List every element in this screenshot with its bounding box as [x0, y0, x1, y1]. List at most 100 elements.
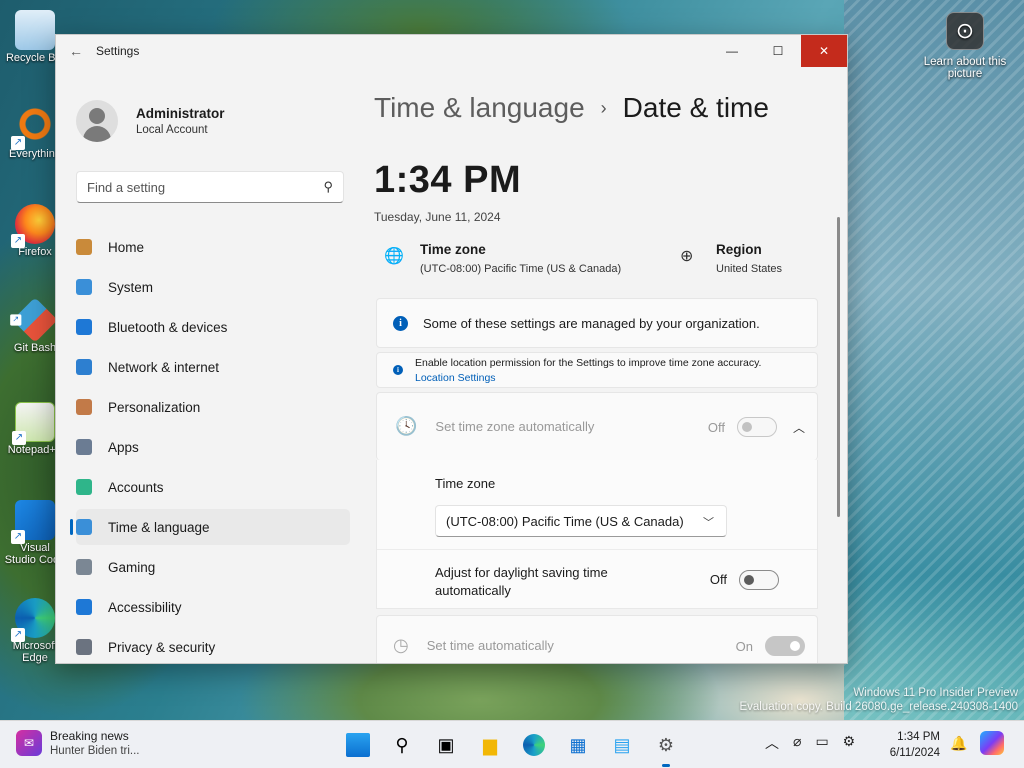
dst-row[interactable]: Adjust for daylight saving time automati…	[377, 550, 817, 608]
info-icon: i	[393, 315, 408, 331]
clock-globe-icon: 🌐	[384, 248, 404, 265]
window-controls: — ☐ ✕	[709, 35, 847, 67]
set-time-auto-label: Set time automatically	[426, 637, 554, 653]
chevron-up-icon[interactable]: ︿	[765, 733, 779, 753]
sidebar-item-gaming[interactable]: Gaming	[76, 549, 350, 585]
set-time-auto-control: On	[736, 636, 805, 656]
timezone-select-row: Time zone (UTC-08:00) Pacific Time (US &…	[377, 460, 817, 550]
scrollbar[interactable]	[837, 217, 840, 517]
sidebar-item-label: Personalization	[108, 399, 201, 415]
globe-icon: ⊕	[680, 248, 694, 265]
sidebar-item-home[interactable]: Home	[76, 229, 350, 265]
watermark-line: Windows 11 Pro Insider Preview	[853, 687, 1018, 699]
copilot-icon[interactable]	[980, 731, 1004, 755]
display-icon[interactable]: ▭	[815, 733, 828, 753]
task-view-icon[interactable]: ▣	[430, 729, 462, 761]
learn-about-picture-label: Learn about this picture	[923, 56, 1007, 80]
news-widget[interactable]: ✉ Breaking news Hunter Biden tri...	[16, 729, 139, 757]
close-button[interactable]: ✕	[801, 35, 847, 67]
sidebar-item-system[interactable]: System	[76, 269, 350, 305]
dst-control: Off	[710, 570, 779, 590]
region-label: Region	[716, 242, 762, 257]
edge-icon: ↗	[11, 598, 55, 642]
sidebar-item-accessibility[interactable]: Accessibility	[76, 589, 350, 625]
taskbar-date: 6/11/2024	[889, 747, 940, 759]
system-icon	[76, 279, 92, 295]
time-language-icon	[76, 519, 92, 535]
learn-about-picture[interactable]: ⊙ Learn about this picture	[920, 12, 1010, 80]
search-icon[interactable]: ⚲	[386, 729, 418, 761]
camera-icon: ⊙	[946, 12, 984, 50]
timezone-expanded-panel: Time zone (UTC-08:00) Pacific Time (US &…	[376, 460, 818, 609]
set-time-auto-row[interactable]: ◷ Set time automatically On	[376, 615, 818, 663]
edge-icon[interactable]	[518, 729, 550, 761]
maximize-button[interactable]: ☐	[755, 35, 801, 67]
notification-icon[interactable]: 🔔	[950, 735, 967, 752]
news-icon: ✉	[16, 730, 42, 756]
chevron-right-icon: ›	[600, 97, 607, 118]
everything-search-icon: ↗	[11, 106, 55, 150]
back-arrow-icon[interactable]: ←	[56, 43, 96, 59]
info-icon: i	[393, 365, 403, 375]
sidebar-item-personalization[interactable]: Personalization	[76, 389, 350, 425]
sidebar-item-label: Gaming	[108, 559, 156, 575]
chevron-up-icon[interactable]: ︿	[793, 419, 805, 436]
privacy-shield-icon	[76, 639, 92, 655]
timezone-dropdown[interactable]: (UTC-08:00) Pacific Time (US & Canada) ﹀	[435, 505, 727, 537]
clock-globe-icon: 🕓	[395, 416, 418, 436]
sidebar-item-label: Time & language	[108, 519, 210, 535]
build-watermark: Windows 11 Pro Insider Preview Evaluatio…	[739, 686, 1018, 714]
windows-start-icon[interactable]	[346, 733, 370, 757]
network-disconnected-icon[interactable]: ⌀	[793, 733, 801, 753]
toggle-state-label: Off	[709, 572, 727, 587]
breadcrumb: Time & language › Date & time	[374, 67, 847, 149]
timezone-dropdown-value: (UTC-08:00) Pacific Time (US & Canada)	[446, 513, 684, 529]
bluetooth-icon	[76, 319, 92, 335]
sidebar-item-label: Accounts	[108, 479, 164, 495]
timezone-summary: 🌐 Time zone (UTC-08:00) Pacific Time (US…	[374, 242, 621, 284]
sidebar-item-time-language[interactable]: Time & language	[70, 509, 350, 545]
toggle-state-label: On	[735, 638, 753, 654]
clock-icon: ◷	[393, 634, 409, 655]
system-tray: ︿ ⌀ ▭ ⚙	[765, 733, 869, 753]
settings-icon[interactable]: ⚙	[650, 729, 682, 767]
title-bar[interactable]: ← Settings — ☐ ✕	[56, 35, 847, 67]
sidebar-item-privacy-security[interactable]: Privacy & security	[76, 629, 350, 663]
sidebar-item-apps[interactable]: Apps	[76, 429, 350, 465]
store-icon[interactable]: ▦	[562, 729, 594, 761]
location-notice: i Enable location permission for the Set…	[376, 352, 818, 388]
minimize-button[interactable]: —	[709, 35, 755, 67]
page-title: Date & time	[622, 92, 769, 123]
sidebar-item-label: Network & internet	[108, 359, 220, 375]
main-content: Time & language › Date & time 1:34 PM Tu…	[374, 67, 847, 663]
managed-notice: i Some of these settings are managed by …	[376, 298, 818, 348]
sidebar-item-accounts[interactable]: Accounts	[76, 469, 350, 505]
timezone-value: (UTC-08:00) Pacific Time (US & Canada)	[420, 263, 622, 275]
search-input[interactable]: Find a setting ⚲	[76, 171, 344, 203]
current-date: Tuesday, June 11, 2024	[374, 210, 501, 224]
sidebar-item-network-internet[interactable]: Network & internet	[76, 349, 350, 385]
recycle-bin-icon	[15, 10, 55, 50]
taskbar-clock[interactable]: 1:34 PM 6/11/2024	[884, 729, 940, 761]
window-title: Settings	[96, 44, 140, 58]
region-value: United States	[716, 263, 783, 275]
set-timezone-auto-toggle[interactable]	[736, 417, 777, 437]
set-time-auto-toggle[interactable]	[765, 636, 805, 656]
user-account-type: Local Account	[136, 124, 208, 136]
timezone-label: Time zone	[420, 242, 486, 257]
user-profile[interactable]: Administrator Local Account	[56, 67, 356, 157]
file-explorer-icon[interactable]: ▆	[474, 729, 506, 761]
volume-settings-icon[interactable]: ⚙	[843, 733, 856, 753]
wallpaper-sea	[844, 0, 1024, 720]
breadcrumb-parent[interactable]: Time & language	[374, 92, 585, 124]
dst-toggle[interactable]	[739, 570, 779, 590]
taskbar-time: 1:34 PM	[897, 731, 940, 743]
sidebar: Administrator Local Account Find a setti…	[56, 67, 356, 663]
location-settings-link[interactable]: Location Settings	[415, 372, 761, 384]
sidebar-item-label: Apps	[108, 439, 139, 455]
accounts-icon	[76, 479, 92, 495]
region-summary: ⊕ Region United States	[670, 242, 782, 275]
photos-icon[interactable]: ▤	[606, 729, 638, 761]
set-timezone-auto-row[interactable]: 🕓 Set time zone automatically Off ︿	[376, 392, 818, 460]
sidebar-item-bluetooth-devices[interactable]: Bluetooth & devices	[76, 309, 350, 345]
